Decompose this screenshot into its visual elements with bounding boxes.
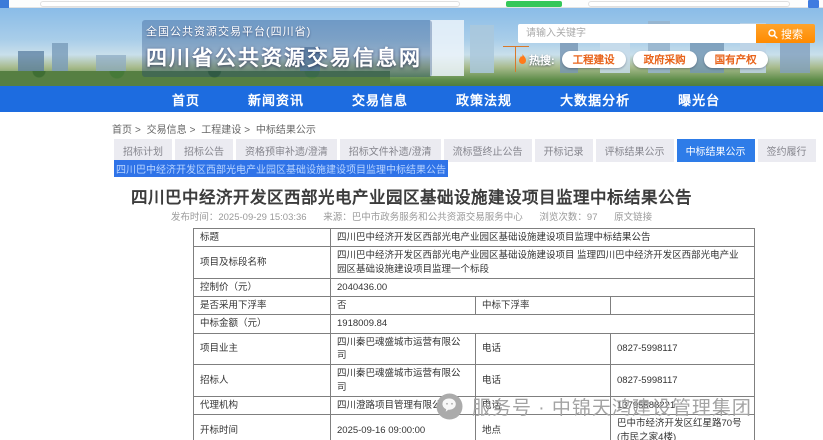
- table-label: 电话: [475, 364, 611, 397]
- table-label: 代理机构: [193, 395, 331, 416]
- table-row: 标题 四川巴中经济开发区西部光电产业园区基础设施建设项目监理中标结果公告: [193, 227, 756, 248]
- breadcrumb-engineering[interactable]: 工程建设: [201, 125, 241, 136]
- breadcrumb-separator: >: [189, 125, 196, 136]
- selected-result-link[interactable]: 四川巴中经济开发区西部光电产业园区基础设施建设项目监理中标结果公告: [114, 160, 448, 177]
- original-link[interactable]: 原文链接: [614, 212, 652, 223]
- browser-address-bar[interactable]: [40, 1, 460, 7]
- table-row: 项目及标段名称 四川巴中经济开发区西部光电产业园区基础设施建设项目 监理四川巴中…: [193, 246, 756, 279]
- site-banner: 全国公共资源交易平台(四川省) 四川省公共资源交易信息网 搜索: [0, 8, 823, 86]
- nav-item-home[interactable]: 首页: [172, 90, 200, 109]
- tab-bid-opening-record[interactable]: 开标记录: [534, 139, 593, 162]
- watermark-text: 服务号 · 中锦天鸿建设管理集团: [472, 398, 752, 419]
- browser-green-button[interactable]: [506, 1, 562, 7]
- tab-failed-termination[interactable]: 流标暨终止公告: [443, 139, 532, 162]
- construction-crane: [503, 46, 529, 72]
- wechat-watermark: 服务号 · 中锦天鸿建设管理集团: [436, 393, 752, 420]
- table-row: 控制价（元） 2040436.00: [193, 277, 756, 298]
- search-button-label: 搜索: [781, 28, 803, 41]
- breadcrumb-separator: >: [135, 125, 141, 136]
- nav-item-exposure[interactable]: 曝光台: [678, 90, 720, 109]
- table-label: 项目业主: [193, 332, 331, 366]
- tab-contract-performance[interactable]: 签约履行: [757, 139, 816, 162]
- tab-prequalification-addendum[interactable]: 资格预审补遗/澄清: [236, 139, 337, 162]
- breadcrumb-current[interactable]: 中标结果公示: [256, 125, 316, 136]
- hot-tag-procurement[interactable]: 政府采购: [632, 51, 697, 68]
- hot-tag-engineering[interactable]: 工程建设: [561, 51, 626, 68]
- breadcrumb: 首页 > 交易信息 > 工程建设 > 中标结果公示: [112, 121, 316, 136]
- article-meta: 发布时间：2025-09-29 15:03:36 来源：巴中市政务服务和公共资源…: [0, 209, 823, 223]
- skyline-building: [470, 25, 494, 73]
- table-value: 否: [330, 296, 476, 316]
- table-label: 中标金额（元）: [193, 314, 331, 334]
- search-icon: [768, 28, 778, 39]
- table-label: 中标下浮率: [475, 296, 611, 316]
- site-brand: 全国公共资源交易平台(四川省) 四川省公共资源交易信息网: [142, 20, 432, 77]
- wechat-service-account-icon: [436, 393, 463, 420]
- skyline-building: [52, 43, 68, 73]
- source: 巴中市政务服务和公共资源交易服务中心: [351, 212, 523, 223]
- tab-bid-announcement[interactable]: 招标公告: [175, 139, 233, 162]
- table-value: 四川秦巴魂盛城市运营有限公司: [330, 332, 476, 366]
- table-label: 开标时间: [193, 414, 331, 440]
- tab-bid-plan[interactable]: 招标计划: [114, 139, 172, 162]
- table-value: 2040436.00: [329, 277, 756, 298]
- page-title: 四川巴中经济开发区西部光电产业园区基础设施建设项目监理中标结果公告: [131, 189, 692, 207]
- views-count: 97: [586, 212, 598, 223]
- tab-bar: 招标计划 招标公告 资格预审补遗/澄清 招标文件补遗/澄清 流标暨终止公告 开标…: [114, 139, 816, 162]
- skyline-building: [18, 51, 44, 73]
- breadcrumb-home[interactable]: 首页: [112, 125, 132, 136]
- nav-item-trade-info[interactable]: 交易信息: [352, 90, 408, 109]
- page: 全国公共资源交易平台(四川省) 四川省公共资源交易信息网 搜索: [0, 0, 823, 440]
- nav-item-bigdata[interactable]: 大数据分析: [560, 90, 630, 109]
- table-label: 标题: [193, 227, 331, 248]
- nav-item-policy[interactable]: 政策法规: [456, 90, 512, 109]
- nav-item-news[interactable]: 新闻资讯: [248, 90, 304, 109]
- platform-label: 全国公共资源交易平台(四川省): [146, 26, 312, 38]
- table-label: 项目及标段名称: [193, 246, 331, 279]
- publish-time-label: 发布时间：: [170, 212, 219, 223]
- table-row: 中标金额（元） 1918009.84: [193, 314, 756, 334]
- hot-tag-property[interactable]: 国有产权: [703, 51, 768, 68]
- tab-evaluation-result[interactable]: 评标结果公示: [595, 139, 674, 162]
- skyline-building: [430, 20, 464, 76]
- hot-search-row: 热搜: 工程建设 政府采购 国有产权: [518, 51, 818, 68]
- table-label: 招标人: [193, 364, 331, 397]
- flame-icon: [519, 54, 526, 64]
- main-nav: 首页 新闻资讯 交易信息 政策法规 大数据分析 曝光台: [0, 86, 823, 112]
- table-label: 电话: [475, 332, 611, 366]
- table-value: 1918009.84: [329, 314, 756, 334]
- search-button[interactable]: 搜索: [756, 24, 815, 43]
- table-value: 四川巴中经济开发区西部光电产业园区基础设施建设项目监理中标结果公告: [329, 227, 756, 248]
- table-row: 是否采用下浮率 否 中标下浮率: [193, 296, 756, 316]
- tab-bid-doc-addendum[interactable]: 招标文件补遗/澄清: [339, 139, 441, 162]
- source-label: 来源：: [323, 212, 352, 223]
- table-value: 0827-5998117: [609, 332, 756, 366]
- table-value: 0827-5998117: [609, 364, 756, 397]
- table-value: [609, 296, 756, 316]
- views-label: 浏览次数：: [539, 212, 587, 223]
- tab-award-result[interactable]: 中标结果公示: [676, 139, 755, 162]
- breadcrumb-trade-info[interactable]: 交易信息: [147, 125, 187, 136]
- table-value: 四川巴中经济开发区西部光电产业园区基础设施建设项目 监理四川巴中经济开发区西部光…: [329, 246, 756, 279]
- browser-search-bar[interactable]: [588, 1, 790, 7]
- table-row: 项目业主 四川秦巴魂盛城市运营有限公司 电话 0827-5998117: [193, 332, 756, 366]
- browser-chrome: [0, 0, 823, 8]
- site-title: 四川省公共资源交易信息网: [146, 47, 422, 70]
- table-row: 招标人 四川秦巴魂盛城市运营有限公司 电话 0827-5998117: [193, 364, 756, 397]
- search-box: 搜索: [518, 24, 818, 43]
- search-area: 搜索 热搜: 工程建设 政府采购 国有产权: [518, 24, 818, 68]
- browser-app-icon: [0, 0, 9, 8]
- search-input[interactable]: [518, 24, 756, 43]
- table-value: 四川秦巴魂盛城市运营有限公司: [330, 364, 476, 397]
- table-label: 是否采用下浮率: [193, 296, 331, 316]
- publish-time: 2025-09-29 15:03:36: [218, 212, 307, 223]
- breadcrumb-separator: >: [244, 125, 251, 136]
- hot-search-label: 热搜:: [518, 52, 555, 68]
- browser-extension-icon[interactable]: [808, 0, 819, 8]
- table-label: 控制价（元）: [193, 277, 331, 298]
